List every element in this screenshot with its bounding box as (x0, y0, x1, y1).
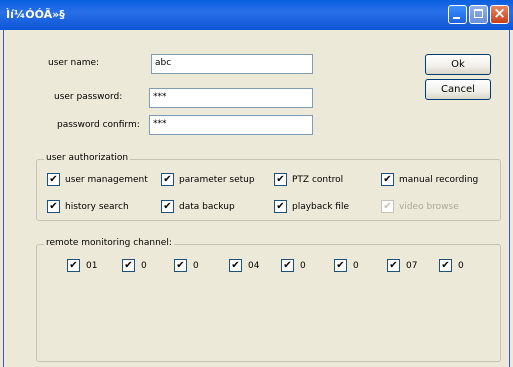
channel-04-checkbox[interactable]: ✔ (229, 259, 242, 272)
data-backup-label: data backup (179, 202, 235, 212)
parameter-setup-checkbox[interactable]: ✔ (161, 173, 174, 186)
password-label: user password: (54, 92, 123, 102)
history-search-checkbox[interactable]: ✔ (47, 200, 60, 213)
user-authorization-title: user authorization (44, 153, 131, 163)
channel-06-checkbox[interactable]: ✔ (334, 259, 347, 272)
playback-file-label: playback file (292, 202, 350, 212)
channel-07-checkbox[interactable]: ✔ (387, 259, 400, 272)
window-title: Ìí¼ÓÓÃ»§ (6, 8, 65, 21)
playback-file-checkbox[interactable]: ✔ (274, 200, 287, 213)
channel-08-checkbox[interactable]: ✔ (439, 259, 452, 272)
channel-05-label: 0 (300, 261, 306, 271)
data-backup-checkbox[interactable]: ✔ (161, 200, 174, 213)
user-management-checkbox[interactable]: ✔ (47, 173, 60, 186)
username-field[interactable]: abc (151, 54, 313, 74)
remote-monitoring-title: remote monitoring channel: (44, 238, 174, 248)
password-field[interactable]: *** (149, 88, 313, 108)
channel-06-label: 0 (353, 261, 359, 271)
video-browse-label: video browse (399, 202, 459, 212)
ptz-control-label: PTZ control (292, 175, 344, 185)
user-management-label: user management (65, 175, 148, 185)
ptz-control-checkbox[interactable]: ✔ (274, 173, 287, 186)
channel-02-label: 0 (141, 261, 147, 271)
title-bar[interactable]: Ìí¼ÓÓÃ»§ × (0, 0, 513, 30)
close-button[interactable]: × (490, 4, 509, 24)
ok-button[interactable]: Ok (425, 54, 491, 75)
channel-05-checkbox[interactable]: ✔ (281, 259, 294, 272)
channel-08-label: 0 (458, 261, 464, 271)
manual-recording-label: manual recording (399, 175, 479, 185)
remote-monitoring-group (36, 244, 501, 362)
parameter-setup-label: parameter setup (179, 175, 255, 185)
username-label: user name: (48, 58, 100, 68)
manual-recording-checkbox[interactable]: ✔ (381, 173, 394, 186)
channel-03-label: 0 (193, 261, 199, 271)
dialog-body: user name: abc user password: *** passwo… (3, 30, 510, 367)
close-icon: × (493, 4, 506, 22)
channel-07-label: 07 (406, 261, 418, 271)
channel-01-checkbox[interactable]: ✔ (67, 259, 80, 272)
channel-04-label: 04 (248, 261, 260, 271)
channel-01-label: 01 (86, 261, 98, 271)
password-confirm-field[interactable]: *** (149, 115, 313, 135)
channel-03-checkbox[interactable]: ✔ (174, 259, 187, 272)
video-browse-checkbox: ✔ (381, 200, 394, 213)
maximize-button[interactable] (469, 5, 488, 24)
confirm-label: password confirm: (57, 120, 140, 130)
history-search-label: history search (65, 202, 129, 212)
channel-02-checkbox[interactable]: ✔ (122, 259, 135, 272)
cancel-button[interactable]: Cancel (425, 79, 491, 100)
minimize-button[interactable] (448, 5, 467, 24)
